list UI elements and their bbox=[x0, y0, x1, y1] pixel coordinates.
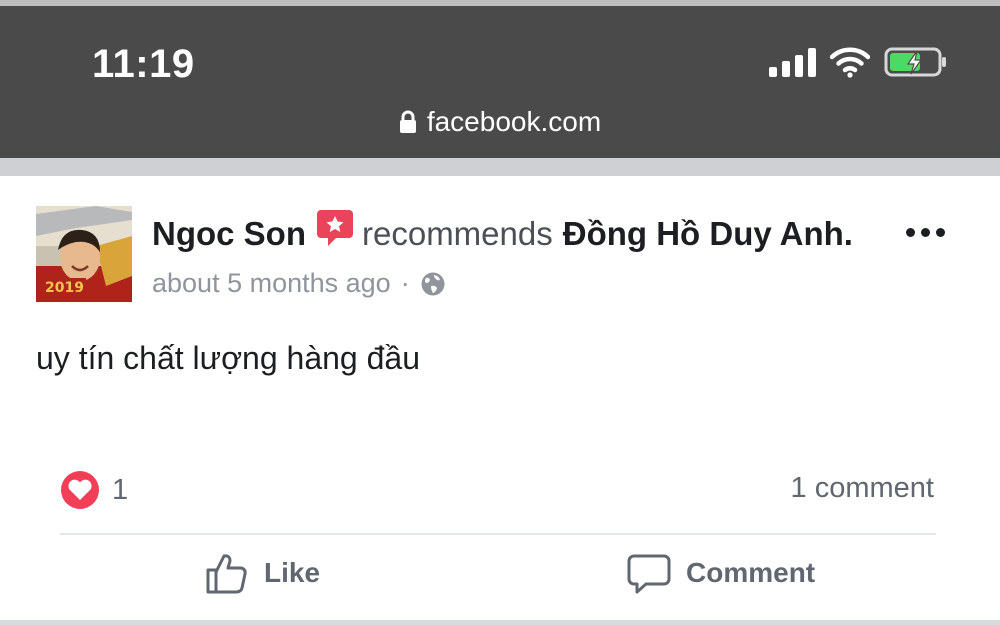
comment-label: Comment bbox=[686, 557, 816, 588]
wifi-icon bbox=[830, 47, 870, 78]
divider bbox=[60, 533, 936, 535]
battery-charging-icon bbox=[884, 47, 946, 77]
status-icons bbox=[769, 46, 948, 78]
bar-separator bbox=[0, 158, 1000, 176]
comment-icon bbox=[627, 554, 671, 594]
url-text: facebook.com bbox=[426, 106, 602, 137]
globe-icon bbox=[421, 272, 445, 295]
post-meta: about 5 months ago · bbox=[152, 268, 446, 299]
cellular-signal-icon bbox=[769, 47, 816, 77]
more-options-icon[interactable] bbox=[906, 228, 945, 237]
reactions-summary[interactable]: 1 bbox=[60, 470, 128, 510]
like-icon bbox=[206, 554, 247, 594]
svg-text:2019: 2019 bbox=[45, 280, 84, 296]
post-body: uy tín chất lượng hàng đầu bbox=[36, 340, 420, 376]
meta-separator: · bbox=[400, 268, 410, 298]
author-name[interactable]: Ngoc Son bbox=[152, 215, 306, 253]
post-header: Ngoc Son recommends Đồng Hồ Duy Anh. bbox=[152, 210, 853, 254]
reaction-count: 1 bbox=[112, 473, 129, 506]
status-time: 11:19 bbox=[92, 42, 195, 86]
avatar[interactable]: 2019 bbox=[36, 206, 132, 302]
recommends-text: recommends bbox=[362, 215, 553, 252]
like-button[interactable]: Like bbox=[204, 550, 320, 596]
post-timestamp[interactable]: about 5 months ago bbox=[152, 268, 391, 299]
address-bar[interactable]: facebook.com bbox=[0, 106, 1000, 138]
page-name[interactable]: Đồng Hồ Duy Anh. bbox=[563, 215, 853, 253]
like-label: Like bbox=[264, 557, 321, 588]
post-card: 2019 Ngoc Son recommends Đồng Hồ Duy Anh… bbox=[0, 176, 1000, 620]
browser-top-bar: 11:19 facebook.com bbox=[0, 0, 1000, 158]
comment-button[interactable]: Comment bbox=[626, 550, 815, 596]
lock-icon bbox=[399, 110, 416, 133]
love-reaction-icon bbox=[61, 471, 99, 509]
comment-count-link[interactable]: 1 comment bbox=[791, 472, 934, 505]
recommendation-icon bbox=[317, 210, 353, 246]
